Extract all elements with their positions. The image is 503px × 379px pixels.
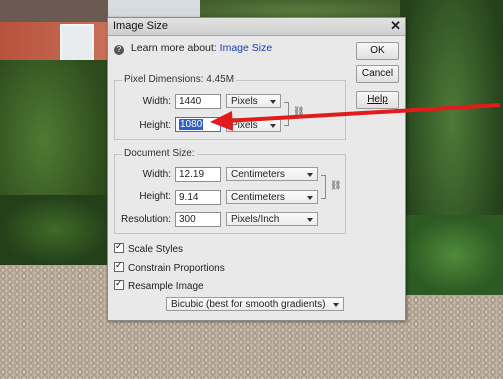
resolution-input[interactable]: 300 <box>175 212 221 227</box>
doc-height-input[interactable]: 9.14 <box>175 190 221 205</box>
doc-height-label: Height: <box>139 191 171 202</box>
pixel-height-label: Height: <box>139 120 171 131</box>
help-icon: ? <box>114 45 124 55</box>
image-size-dialog: Image Size ✕ ? Learn more about: Image S… <box>107 17 406 321</box>
learn-more-link[interactable]: Image Size <box>220 42 273 54</box>
learn-more: ? Learn more about: Image Size <box>114 42 272 55</box>
doc-width-label: Width: <box>142 169 171 180</box>
chain-link-icon: ⛓ <box>293 106 305 116</box>
checkbox-icon[interactable] <box>114 260 124 272</box>
learn-more-prefix: Learn more about: <box>130 42 217 54</box>
help-button[interactable]: Help <box>356 91 399 109</box>
checkbox-icon[interactable] <box>114 278 124 290</box>
resolution-unit-select[interactable]: Pixels/Inch <box>226 212 318 226</box>
cancel-button[interactable]: Cancel <box>356 65 399 83</box>
doc-width-unit-select[interactable]: Centimeters <box>226 167 318 181</box>
ok-button[interactable]: OK <box>356 42 399 60</box>
doc-width-input[interactable]: 12.19 <box>175 167 221 182</box>
dialog-title: Image Size <box>113 20 169 32</box>
pixel-dimensions-label: Pixel Dimensions: 4.45M <box>122 74 237 85</box>
pixel-width-input[interactable]: 1440 <box>175 94 221 109</box>
dialog-titlebar[interactable]: Image Size ✕ <box>108 18 405 36</box>
resample-method-select[interactable]: Bicubic (best for smooth gradients) <box>166 297 344 311</box>
pixel-width-unit-select[interactable]: Pixels <box>226 94 281 108</box>
pixel-width-label: Width: <box>142 96 171 107</box>
constrain-proportions-checkbox[interactable]: Constrain Proportions <box>114 260 225 274</box>
close-icon[interactable]: ✕ <box>390 18 401 34</box>
chain-link-icon: ⛓ <box>330 180 342 190</box>
pixel-dimensions-size: 4.45M <box>206 74 235 85</box>
doc-link-bracket <box>321 175 326 199</box>
pixel-height-unit-select[interactable]: Pixels <box>226 118 281 132</box>
doc-height-unit-select[interactable]: Centimeters <box>226 190 318 204</box>
scale-styles-checkbox[interactable]: Scale Styles <box>114 241 183 255</box>
pixel-link-bracket <box>284 102 289 126</box>
document-size-label: Document Size: <box>122 148 197 159</box>
checkbox-icon[interactable] <box>114 241 124 253</box>
resample-image-checkbox[interactable]: Resample Image <box>114 278 204 292</box>
pixel-height-input[interactable]: 1080 <box>175 117 221 132</box>
resolution-label: Resolution: <box>120 214 171 225</box>
